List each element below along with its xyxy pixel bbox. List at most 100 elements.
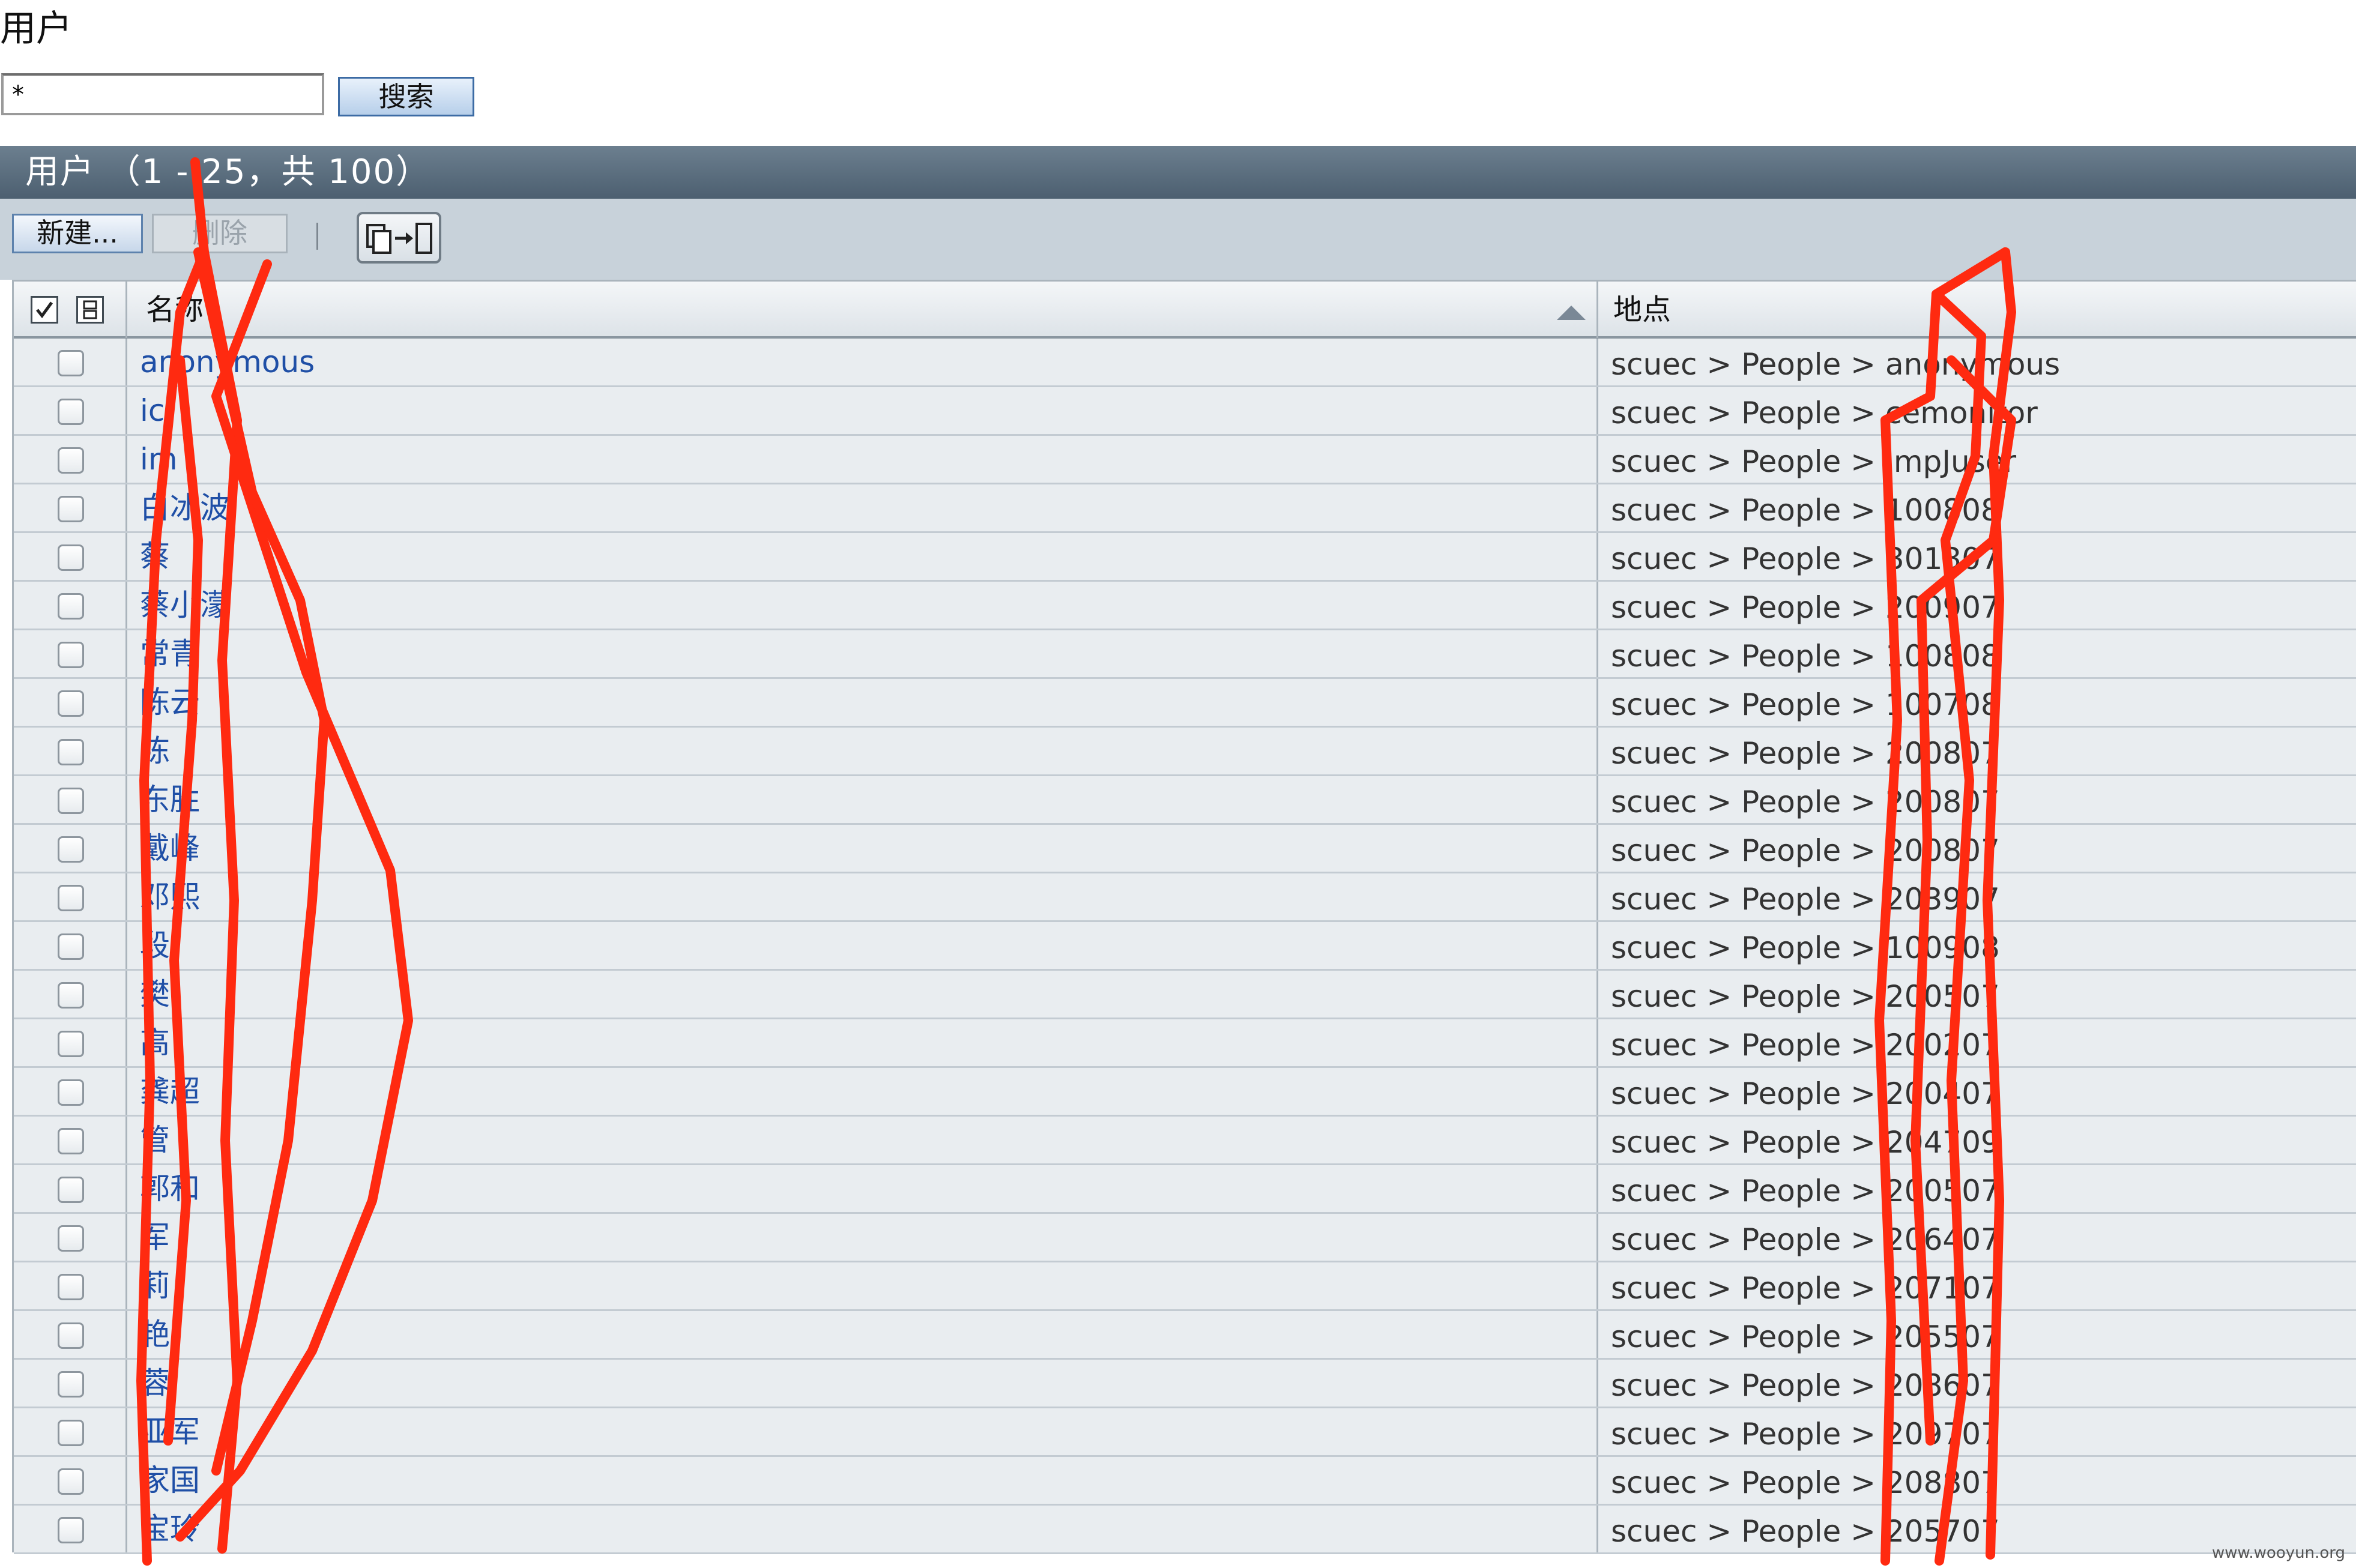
row-checkbox[interactable]: [58, 447, 84, 474]
table-row[interactable]: 军 scuec > People > 206407: [14, 1214, 2356, 1262]
user-name-link[interactable]: 陈云: [140, 679, 200, 726]
user-name-link[interactable]: ic: [140, 387, 165, 434]
user-name-link[interactable]: 戴峰: [140, 825, 200, 872]
table-row[interactable]: 龚超 scuec > People > 200407: [14, 1068, 2356, 1117]
row-checkbox[interactable]: [58, 788, 84, 814]
user-name-link[interactable]: 管: [140, 1117, 170, 1163]
watermark: www.wooyun.org: [2211, 1544, 2345, 1562]
table-row[interactable]: ic scuec > People > cemonitor: [14, 387, 2356, 436]
user-location: scuec > People > 205507: [1611, 1319, 2000, 1354]
table-row[interactable]: 陈云 scuec > People > 100708: [14, 679, 2356, 728]
user-name-link[interactable]: anonymous: [140, 339, 315, 385]
table-row[interactable]: 段 scuec > People > 100908: [14, 922, 2356, 971]
user-location: scuec > People > 200807: [1611, 785, 2000, 819]
table-row[interactable]: 莉 scuec > People > 207107: [14, 1262, 2356, 1311]
row-checkbox[interactable]: [58, 496, 84, 522]
row-checkbox[interactable]: [58, 1322, 84, 1349]
row-checkbox[interactable]: [58, 1420, 84, 1446]
user-location: scuec > People > impJuser: [1611, 444, 2017, 479]
table-row[interactable]: 家国 scuec > People > 208807: [14, 1457, 2356, 1506]
row-checkbox[interactable]: [58, 350, 84, 376]
user-name-link[interactable]: 龚超: [140, 1068, 200, 1115]
row-checkbox[interactable]: [58, 982, 84, 1009]
user-name-link[interactable]: 亚军: [140, 1408, 200, 1455]
copy-move-icon: [366, 223, 432, 254]
table-row[interactable]: 蔡小濛 scuec > People > 200907: [14, 582, 2356, 630]
table-row[interactable]: 白冰波 scuec > People > 100808: [14, 484, 2356, 533]
user-name-link[interactable]: im: [140, 436, 178, 483]
table-row[interactable]: 管 scuec > People > 204709: [14, 1117, 2356, 1165]
user-name-link[interactable]: 常青: [140, 630, 200, 677]
row-checkbox[interactable]: [58, 1468, 84, 1495]
move-button[interactable]: [357, 212, 441, 264]
user-name-link[interactable]: 蔡小濛: [140, 582, 230, 629]
table-row[interactable]: 常青 scuec > People > 100808: [14, 630, 2356, 679]
table-row[interactable]: 宝玲 scuec > People > 205707: [14, 1506, 2356, 1554]
table-row[interactable]: 陈 scuec > People > 200807: [14, 728, 2356, 776]
row-checkbox[interactable]: [58, 739, 84, 765]
user-name-link[interactable]: 蔡: [140, 533, 170, 580]
user-name-link[interactable]: 军: [140, 1214, 170, 1261]
user-name-link[interactable]: 艳: [140, 1311, 170, 1358]
user-location: scuec > People > 206407: [1611, 1222, 2000, 1257]
user-name-link[interactable]: 邓熙: [140, 873, 200, 920]
user-location: scuec > People > 100808: [1611, 639, 2000, 674]
row-checkbox[interactable]: [58, 1517, 84, 1543]
row-checkbox[interactable]: [58, 1371, 84, 1398]
user-location: scuec > People > 301307: [1611, 541, 2000, 576]
user-location: scuec > People > 100908: [1611, 930, 2000, 965]
select-all-icon[interactable]: [31, 296, 58, 324]
user-name-link[interactable]: 高: [140, 1019, 170, 1066]
user-name-link[interactable]: 陈: [140, 728, 170, 774]
row-checkbox[interactable]: [58, 1079, 84, 1106]
user-name-link[interactable]: 东胜: [140, 776, 200, 823]
row-checkbox[interactable]: [58, 642, 84, 668]
column-chooser-icon[interactable]: [76, 296, 104, 324]
delete-button[interactable]: 删除: [152, 214, 288, 253]
table-row[interactable]: im scuec > People > impJuser: [14, 436, 2356, 484]
page-title: 用户: [0, 8, 72, 50]
row-checkbox[interactable]: [58, 1031, 84, 1057]
row-checkbox[interactable]: [58, 1177, 84, 1203]
row-checkbox[interactable]: [58, 933, 84, 960]
user-name-link[interactable]: 郭和: [140, 1165, 200, 1212]
user-location: scuec > People > 200207: [1611, 1028, 2000, 1063]
table-row[interactable]: 东胜 scuec > People > 200807: [14, 776, 2356, 825]
row-checkbox[interactable]: [58, 593, 84, 620]
column-header-name[interactable]: 名称: [146, 282, 204, 338]
table-row[interactable]: 戴峰 scuec > People > 200807: [14, 825, 2356, 873]
row-checkbox[interactable]: [58, 544, 84, 571]
user-name-link[interactable]: 宝玲: [140, 1506, 200, 1552]
table-row[interactable]: 高 scuec > People > 200207: [14, 1019, 2356, 1068]
new-button[interactable]: 新建...: [12, 214, 143, 253]
search-button[interactable]: 搜索: [338, 77, 474, 116]
user-location: scuec > People > 207107: [1611, 1271, 2000, 1306]
row-checkbox[interactable]: [58, 836, 84, 863]
row-checkbox[interactable]: [58, 399, 84, 425]
user-name-link[interactable]: 樊: [140, 971, 170, 1018]
table-row[interactable]: 樊 scuec > People > 200507: [14, 971, 2356, 1019]
user-name-link[interactable]: 段: [140, 922, 170, 969]
column-header-location[interactable]: 地点: [1613, 282, 1671, 338]
user-name-link[interactable]: 莉: [140, 1262, 170, 1309]
user-name-link[interactable]: 蓉: [140, 1360, 170, 1407]
table-row[interactable]: 蓉 scuec > People > 208607: [14, 1360, 2356, 1408]
search-input[interactable]: *: [1, 73, 324, 115]
user-name-link[interactable]: 家国: [140, 1457, 200, 1504]
table-row[interactable]: 邓熙 scuec > People > 203907: [14, 873, 2356, 922]
user-name-link[interactable]: 白冰波: [140, 484, 230, 531]
row-checkbox[interactable]: [58, 690, 84, 717]
row-checkbox[interactable]: [58, 1225, 84, 1252]
sort-ascending-icon[interactable]: [1557, 306, 1586, 320]
row-checkbox[interactable]: [58, 1274, 84, 1300]
table-row[interactable]: 亚军 scuec > People > 209707: [14, 1408, 2356, 1457]
row-checkbox[interactable]: [58, 1128, 84, 1154]
user-location: scuec > People > 100808: [1611, 493, 2000, 528]
panel-header: 用户 （1 - 25，共 100）: [0, 146, 2356, 199]
table-row[interactable]: 艳 scuec > People > 205507: [14, 1311, 2356, 1360]
table-row[interactable]: 蔡 scuec > People > 301307: [14, 533, 2356, 582]
column-separator: [125, 282, 127, 338]
row-checkbox[interactable]: [58, 885, 84, 911]
table-row[interactable]: anonymous scuec > People > anonymous: [14, 339, 2356, 387]
table-row[interactable]: 郭和 scuec > People > 200507: [14, 1165, 2356, 1214]
